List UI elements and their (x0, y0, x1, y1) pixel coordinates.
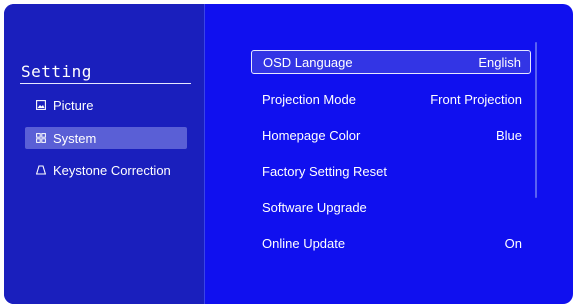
projection-mode-row[interactable]: Projection Mode Front Projection (251, 87, 531, 111)
homepage-color-row[interactable]: Homepage Color Blue (251, 123, 531, 147)
row-value: English (478, 54, 521, 70)
osd-language-row[interactable]: OSD Language English (251, 50, 531, 74)
factory-setting-reset-row[interactable]: Factory Setting Reset (251, 159, 531, 183)
sidebar-item-label: Picture (53, 97, 94, 113)
sidebar: Setting Picture System Keystone Correcti… (4, 4, 205, 304)
sidebar-item-picture[interactable]: Picture (25, 94, 187, 116)
row-value: Front Projection (430, 91, 522, 107)
row-label: Factory Setting Reset (262, 163, 387, 179)
settings-screen: Setting Picture System Keystone Correcti… (4, 4, 573, 304)
picture-icon (35, 99, 47, 111)
sidebar-item-label: System (53, 130, 97, 146)
sidebar-title-divider (20, 83, 191, 84)
sidebar-item-keystone-correction[interactable]: Keystone Correction (25, 159, 187, 181)
software-upgrade-row[interactable]: Software Upgrade (251, 195, 531, 219)
sidebar-title: Setting (21, 62, 92, 81)
online-update-row[interactable]: Online Update On (251, 231, 531, 255)
row-label: Homepage Color (262, 127, 361, 143)
row-label: Software Upgrade (262, 199, 367, 215)
grid-icon (35, 132, 47, 144)
row-value: On (504, 235, 522, 251)
sidebar-item-label: Keystone Correction (53, 162, 171, 178)
row-label: Online Update (262, 235, 346, 251)
scrollbar[interactable] (535, 42, 537, 198)
settings-content: OSD Language English Projection Mode Fro… (205, 4, 573, 304)
sidebar-item-system[interactable]: System (25, 127, 187, 149)
row-label: OSD Language (263, 54, 353, 70)
keystone-icon (35, 164, 47, 176)
row-label: Projection Mode (262, 91, 356, 107)
row-value: Blue (495, 127, 522, 143)
